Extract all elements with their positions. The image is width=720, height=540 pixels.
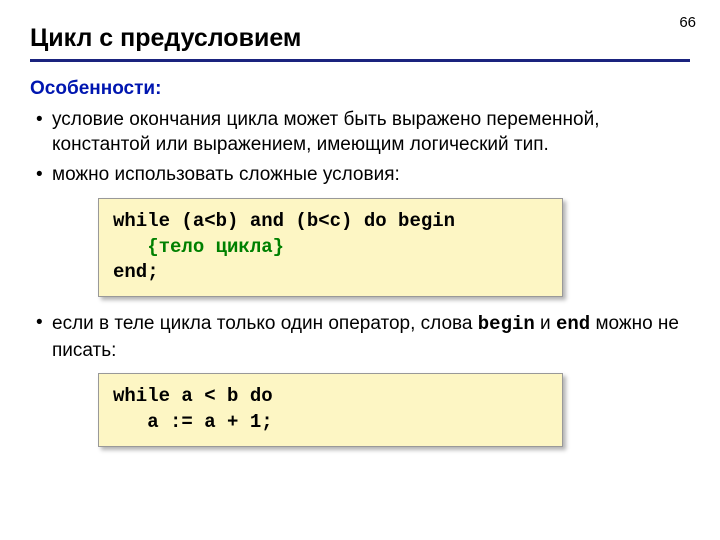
bullet-3-part1: если в теле цикла только один оператор, … (52, 313, 478, 334)
inline-code-begin: begin (478, 313, 535, 335)
code1-line3: end; (113, 261, 159, 283)
section-label: Особенности: (30, 78, 690, 100)
bullet-3: если в теле цикла только один оператор, … (52, 311, 690, 363)
inline-code-end: end (556, 313, 590, 335)
page-number: 66 (679, 14, 696, 31)
bullet-list-2: если в теле цикла только один оператор, … (30, 311, 690, 363)
code2-line2: a := a + 1; (113, 411, 273, 433)
slide-title: Цикл с предусловием (30, 24, 690, 62)
code1-line1: while (a<b) and (b<c) do begin (113, 210, 455, 232)
code1-comment: {тело цикла} (147, 236, 284, 258)
code-block-1: while (a<b) and (b<c) do begin {тело цик… (98, 198, 563, 297)
bullet-1: условие окончания цикла может быть выраж… (52, 108, 690, 157)
code2-line1: while a < b do (113, 385, 273, 407)
code1-line2-indent (113, 236, 147, 258)
code-block-2: while a < b do a := a + 1; (98, 373, 563, 446)
bullet-2: можно использовать сложные условия: (52, 163, 690, 188)
bullet-3-and: и (535, 313, 556, 334)
bullet-list: условие окончания цикла может быть выраж… (30, 108, 690, 188)
